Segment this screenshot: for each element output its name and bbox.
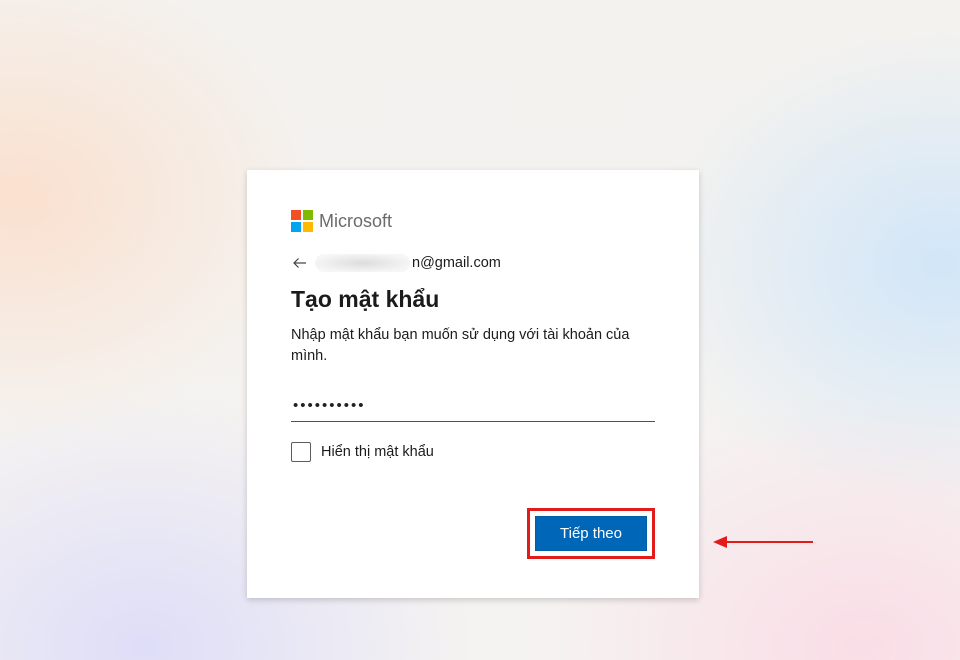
next-button[interactable]: Tiếp theo bbox=[535, 516, 647, 551]
next-button-highlight-box: Tiếp theo bbox=[527, 508, 655, 559]
dialog-title: Tạo mật khẩu bbox=[291, 286, 655, 313]
dialog-description: Nhập mật khẩu bạn muốn sử dụng với tài k… bbox=[291, 325, 655, 367]
microsoft-logo-icon bbox=[291, 210, 313, 232]
brand-row: Microsoft bbox=[291, 210, 655, 232]
email-redacted-part bbox=[315, 254, 410, 272]
identity-row: n@gmail.com bbox=[291, 254, 655, 272]
show-password-checkbox[interactable] bbox=[291, 442, 311, 462]
brand-name: Microsoft bbox=[319, 211, 392, 232]
password-input[interactable] bbox=[291, 393, 655, 422]
show-password-label: Hiển thị mật khẩu bbox=[321, 444, 434, 460]
back-arrow-icon[interactable] bbox=[291, 254, 309, 272]
show-password-row[interactable]: Hiển thị mật khẩu bbox=[291, 442, 655, 462]
annotation-arrow-icon bbox=[713, 535, 823, 549]
account-email-visible: n@gmail.com bbox=[412, 255, 501, 271]
signup-password-card: Microsoft n@gmail.com Tạo mật khẩu Nhập … bbox=[247, 170, 699, 598]
button-row: Tiếp theo bbox=[291, 508, 655, 559]
